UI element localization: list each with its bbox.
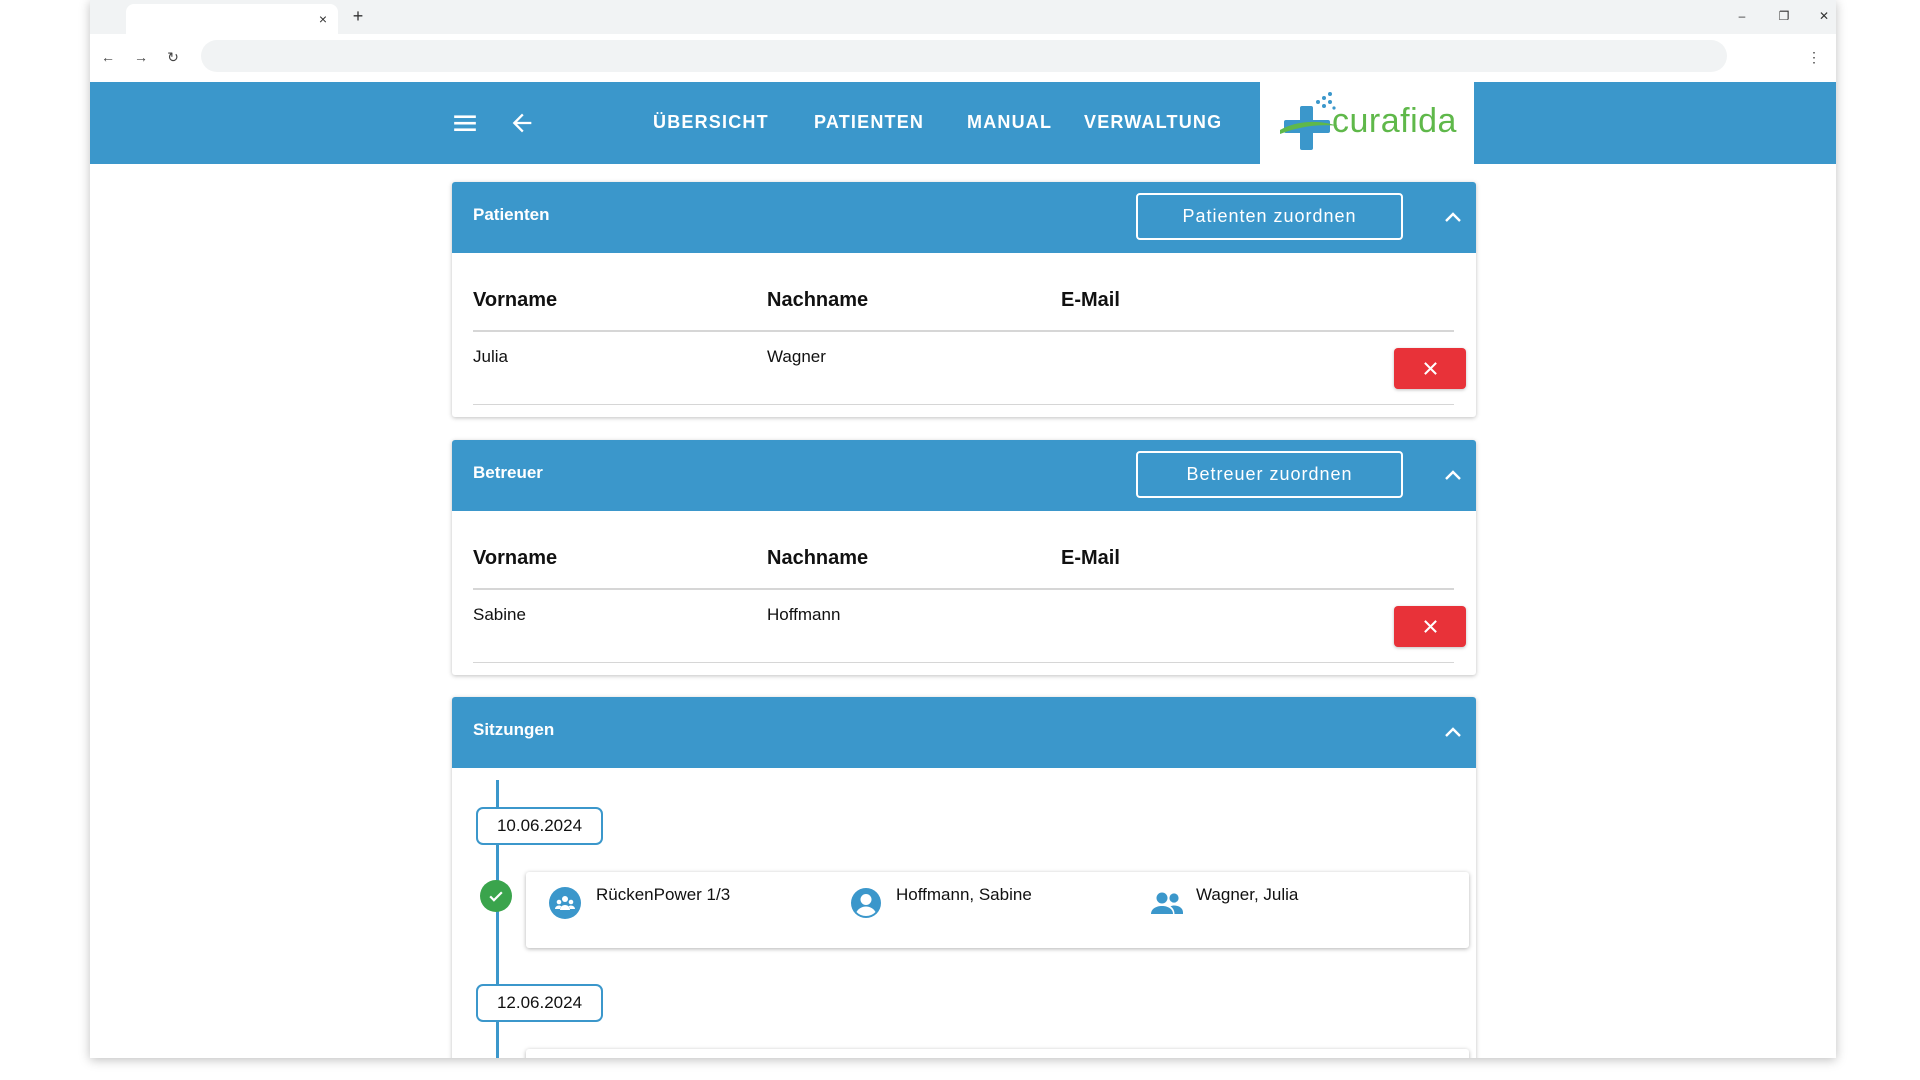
carer-first-name: Sabine	[473, 605, 526, 624]
nav-manual[interactable]: MANUAL	[967, 112, 1052, 133]
remove-patient-button[interactable]	[1394, 348, 1466, 389]
browser-menu-icon[interactable]: ⋮	[1804, 47, 1824, 67]
hamburger-menu-icon[interactable]	[452, 110, 478, 136]
nav-uebersicht[interactable]: ÜBERSICHT	[653, 112, 769, 133]
session-item[interactable]: RückenPower 1/3 Hoffmann, Sabine Wagner,…	[526, 872, 1469, 948]
logo[interactable]: curafida	[1260, 82, 1474, 164]
assign-patients-button[interactable]: Patienten zuordnen	[1136, 193, 1403, 240]
browser-window: × + – ❐ ✕ ← → ↻ ⋮ ÜBERSICHT PATIENTEN MA…	[90, 0, 1836, 1058]
browser-tab[interactable]: ×	[126, 4, 338, 34]
window-close-icon[interactable]: ✕	[1812, 6, 1836, 26]
session-course-name: RückenPower 1/3	[596, 885, 731, 904]
nav-patienten[interactable]: PATIENTEN	[814, 112, 924, 133]
column-header-vorname: Vorname	[473, 547, 558, 569]
remove-carer-button[interactable]	[1394, 606, 1466, 647]
chevron-up-icon[interactable]	[1441, 721, 1465, 745]
table-divider	[473, 662, 1454, 663]
logo-text: curafida	[1332, 102, 1457, 140]
session-therapist: Hoffmann, Sabine	[896, 885, 1032, 904]
sessions-title: Sitzungen	[473, 720, 555, 739]
patients-card-header: Patienten Patienten zuordnen	[452, 182, 1476, 253]
back-arrow-icon[interactable]	[508, 109, 536, 137]
patients-title: Patienten	[473, 205, 550, 224]
restore-icon[interactable]: ❐	[1772, 6, 1796, 26]
group-course-icon	[549, 887, 581, 919]
carers-card: Betreuer Betreuer zuordnen Vorname Nachn…	[452, 440, 1476, 675]
close-icon	[1423, 362, 1437, 375]
chevron-up-icon[interactable]	[1441, 206, 1465, 230]
back-nav-icon[interactable]: ←	[98, 47, 118, 67]
address-bar[interactable]	[201, 40, 1727, 72]
patient-last-name: Wagner	[767, 347, 826, 366]
session-participant: Wagner, Julia	[1196, 885, 1299, 904]
check-icon	[489, 891, 503, 902]
cross-logo-icon	[1280, 92, 1338, 150]
tab-close-icon[interactable]: ×	[314, 10, 332, 28]
table-divider	[473, 404, 1454, 405]
column-header-nachname: Nachname	[767, 289, 869, 311]
assign-carers-button[interactable]: Betreuer zuordnen	[1136, 451, 1403, 498]
sessions-card-header: Sitzungen	[452, 697, 1476, 768]
session-date: 10.06.2024	[476, 807, 603, 845]
patients-card: Patienten Patienten zuordnen Vorname Nac…	[452, 182, 1476, 417]
close-icon	[1423, 620, 1437, 633]
account-circle-icon	[851, 888, 881, 918]
nav-verwaltung[interactable]: VERWALTUNG	[1084, 112, 1222, 133]
app-header: ÜBERSICHT PATIENTEN MANUAL VERWALTUNG cu…	[90, 82, 1836, 164]
session-date: 12.06.2024	[476, 984, 603, 1022]
table-divider	[473, 330, 1454, 332]
column-header-email: E-Mail	[1061, 289, 1120, 311]
carers-title: Betreuer	[473, 463, 543, 482]
reload-icon[interactable]: ↻	[163, 47, 183, 67]
carers-card-header: Betreuer Betreuer zuordnen	[452, 440, 1476, 511]
column-header-vorname: Vorname	[473, 289, 558, 311]
patient-first-name: Julia	[473, 347, 508, 366]
browser-toolbar: ← → ↻ ⋮	[90, 34, 1836, 80]
session-item[interactable]	[526, 1049, 1469, 1058]
column-header-email: E-Mail	[1061, 547, 1120, 569]
tab-strip: × + – ❐ ✕	[90, 0, 1836, 34]
carer-last-name: Hoffmann	[767, 605, 841, 624]
session-done-indicator	[480, 880, 512, 912]
sessions-card: Sitzungen 10.06.2024 RückenPower 1/3 Hof…	[452, 697, 1476, 1058]
new-tab-icon[interactable]: +	[348, 6, 368, 26]
chevron-up-icon[interactable]	[1441, 464, 1465, 488]
column-header-nachname: Nachname	[767, 547, 869, 569]
table-divider	[473, 588, 1454, 590]
minimize-icon[interactable]: –	[1730, 6, 1754, 26]
people-icon	[1151, 892, 1183, 914]
forward-nav-icon[interactable]: →	[131, 47, 151, 67]
